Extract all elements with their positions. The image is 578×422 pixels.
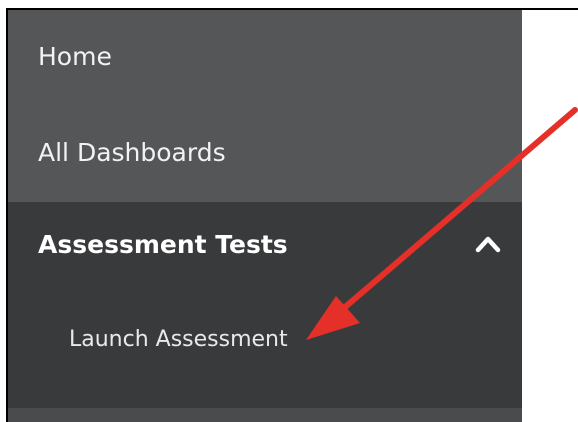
next-section-edge xyxy=(8,408,522,422)
sidebar-item-all-dashboards[interactable]: All Dashboards xyxy=(8,106,522,200)
sidebar-subitem-launch-assessment[interactable]: Launch Assessment xyxy=(69,320,288,360)
screenshot-frame: Home All Dashboards Assessment Tests Lau… xyxy=(6,8,578,422)
chevron-up-icon[interactable] xyxy=(474,232,502,256)
sidebar-nav: Home All Dashboards Assessment Tests Lau… xyxy=(8,10,522,422)
section-title[interactable]: Assessment Tests xyxy=(38,225,288,265)
sidebar-item-home[interactable]: Home xyxy=(8,10,522,104)
sidebar-section-assessment-tests: Assessment Tests Launch Assessment xyxy=(8,202,522,408)
sidebar-item-label: Home xyxy=(38,42,112,71)
sidebar-item-label: All Dashboards xyxy=(38,138,226,167)
